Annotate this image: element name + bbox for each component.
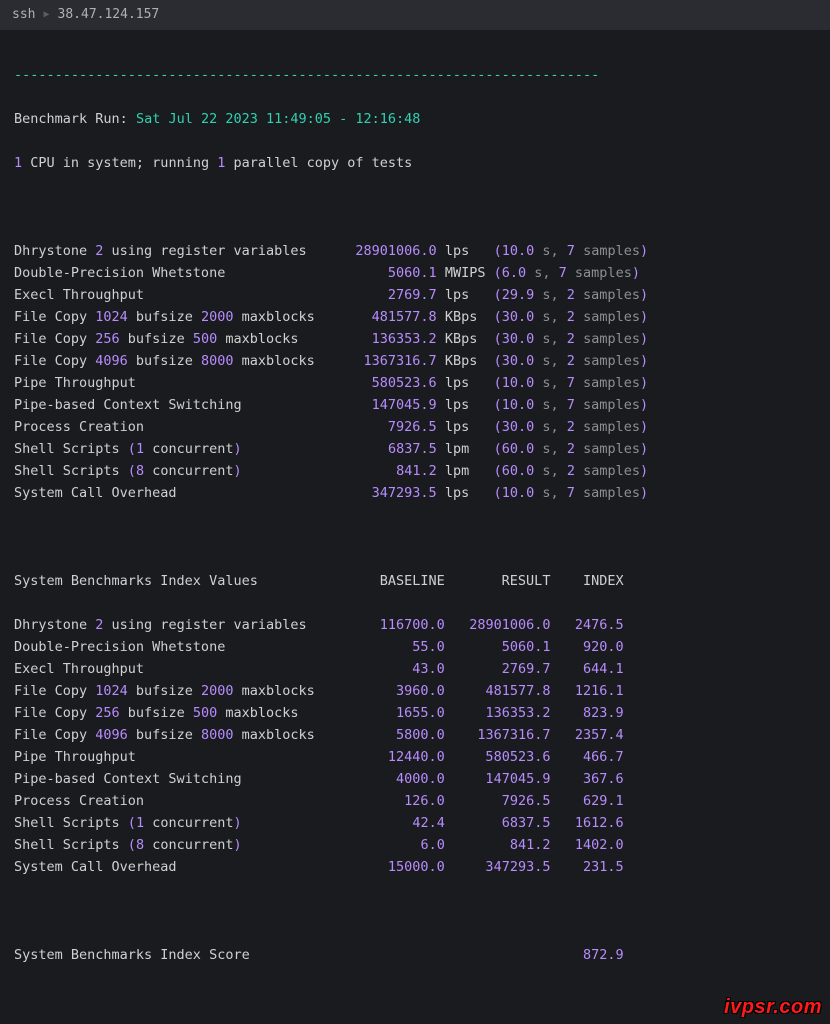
result-row: Execl Throughput 2769.7 lps (29.9 s, 2 s… [14,284,816,306]
blank-line [14,196,816,218]
cpu-line: 1 CPU in system; running 1 parallel copy… [14,152,816,174]
window-titlebar: ssh ▶ 38.47.124.157 [0,0,830,30]
result-row: Pipe-based Context Switching 147045.9 lp… [14,394,816,416]
index-row: Process Creation 126.0 7926.5 629.1 [14,790,816,812]
index-row: File Copy 1024 bufsize 2000 maxblocks 39… [14,680,816,702]
result-row: Pipe Throughput 580523.6 lps (10.0 s, 7 … [14,372,816,394]
index-row: Shell Scripts (1 concurrent) 42.4 6837.5… [14,812,816,834]
titlebar-ssh: ssh [12,4,35,26]
result-row: Double-Precision Whetstone 5060.1 MWIPS … [14,262,816,284]
index-row: File Copy 256 bufsize 500 maxblocks 1655… [14,702,816,724]
index-table: Dhrystone 2 using register variables 116… [14,614,816,878]
index-row: Pipe Throughput 12440.0 580523.6 466.7 [14,746,816,768]
watermark: ivpsr.com [724,996,822,1018]
result-row: File Copy 4096 bufsize 8000 maxblocks 13… [14,350,816,372]
terminal-output[interactable]: ----------------------------------------… [0,30,830,1024]
benchmark-run-line: Benchmark Run: Sat Jul 22 2023 11:49:05 … [14,108,816,130]
result-row: File Copy 256 bufsize 500 maxblocks 1363… [14,328,816,350]
result-row: System Call Overhead 347293.5 lps (10.0 … [14,482,816,504]
blank-line [14,900,816,922]
index-row: File Copy 4096 bufsize 8000 maxblocks 58… [14,724,816,746]
score-row: System Benchmarks Index Score 872.9 [14,944,816,966]
index-row: Pipe-based Context Switching 4000.0 1470… [14,768,816,790]
index-row: Dhrystone 2 using register variables 116… [14,614,816,636]
titlebar-host: 38.47.124.157 [58,4,160,26]
index-row: Execl Throughput 43.0 2769.7 644.1 [14,658,816,680]
result-row: Shell Scripts (8 concurrent) 841.2 lpm (… [14,460,816,482]
index-row: Double-Precision Whetstone 55.0 5060.1 9… [14,636,816,658]
result-row: File Copy 1024 bufsize 2000 maxblocks 48… [14,306,816,328]
separator-line: ----------------------------------------… [14,64,816,86]
results-table: Dhrystone 2 using register variables 289… [14,240,816,504]
chevron-right-icon: ▶ [43,4,49,26]
index-row: System Call Overhead 15000.0 347293.5 23… [14,856,816,878]
index-row: Shell Scripts (8 concurrent) 6.0 841.2 1… [14,834,816,856]
result-row: Process Creation 7926.5 lps (30.0 s, 2 s… [14,416,816,438]
result-row: Shell Scripts (1 concurrent) 6837.5 lpm … [14,438,816,460]
index-header: System Benchmarks Index Values BASELINE … [14,570,816,592]
result-row: Dhrystone 2 using register variables 289… [14,240,816,262]
blank-line [14,526,816,548]
